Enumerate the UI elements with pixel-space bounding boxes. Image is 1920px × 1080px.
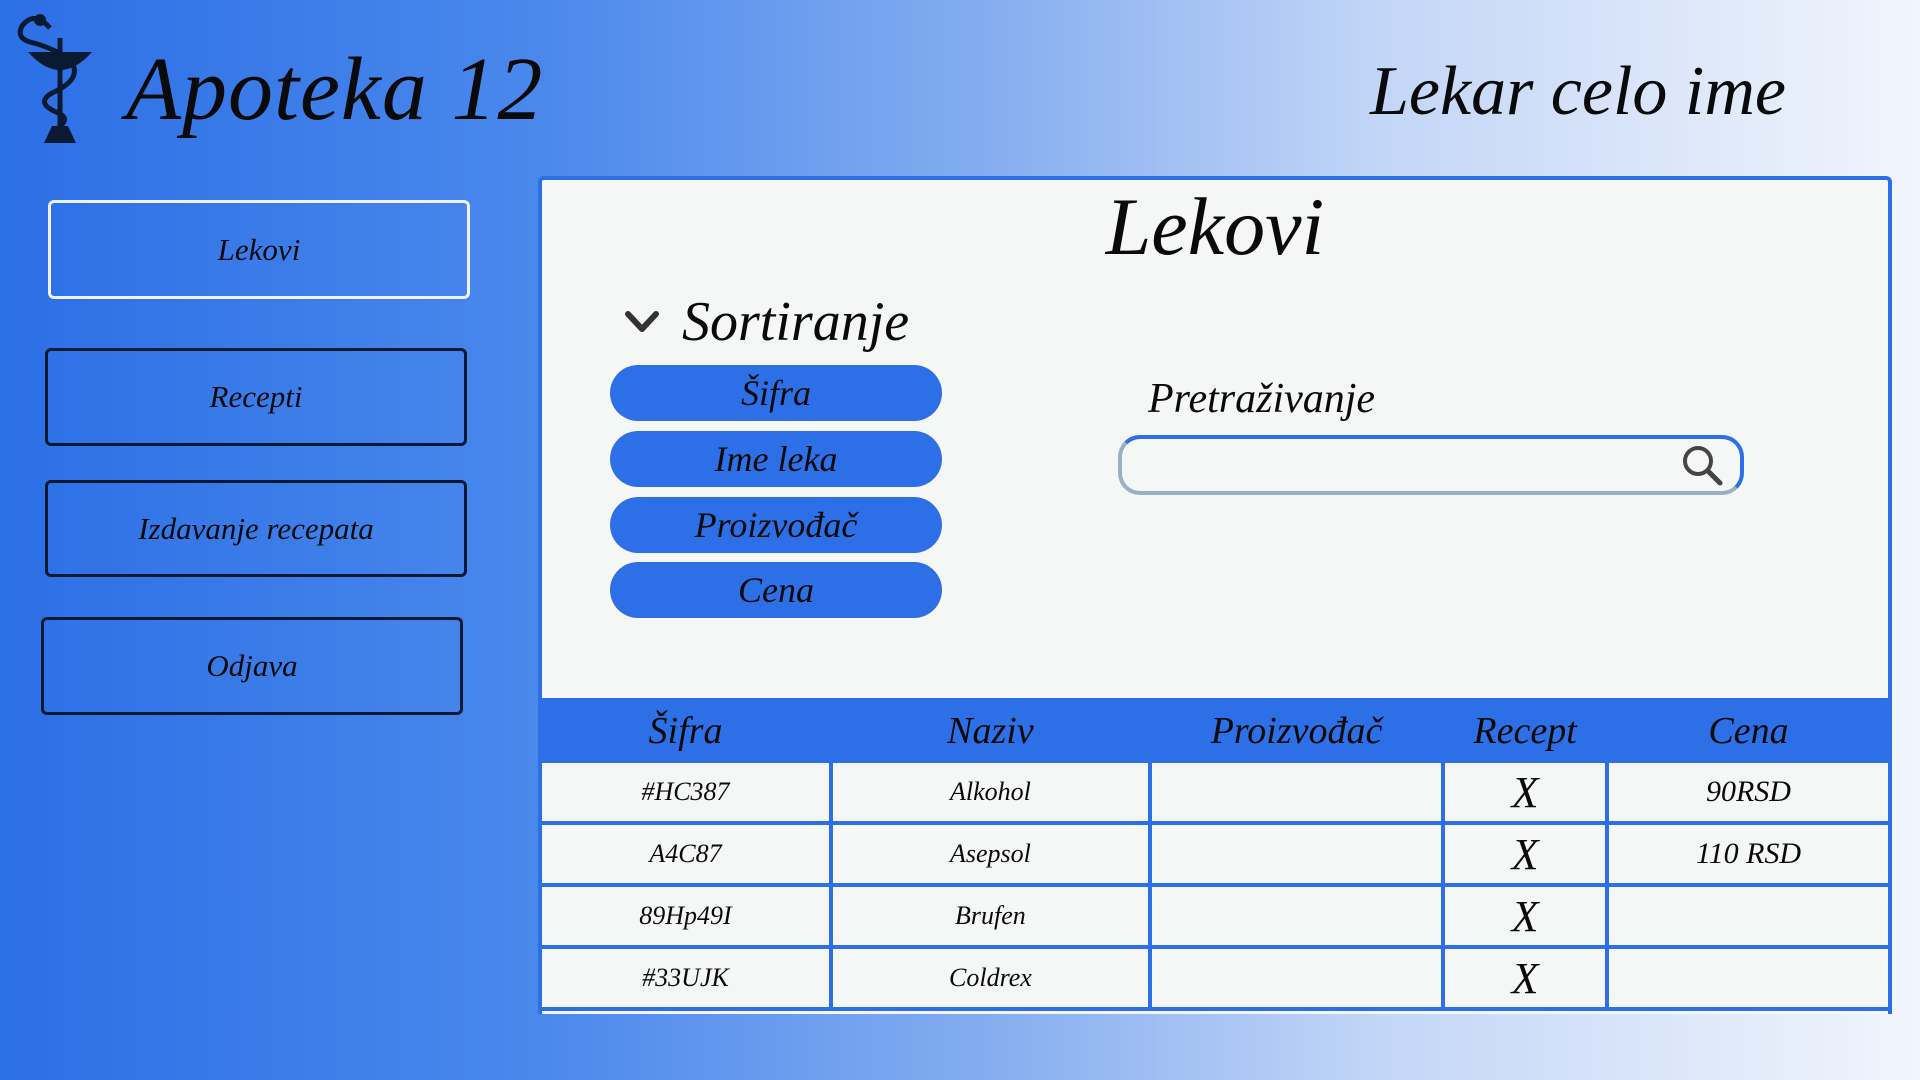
cell-sifra: 89Hp49I xyxy=(537,883,834,949)
chevron-down-icon xyxy=(625,311,659,332)
column-header-naziv[interactable]: Naziv xyxy=(831,698,1150,761)
table-header-row: Šifra Naziv Proizvođač Recept Cena xyxy=(540,698,1890,761)
cell-recept: X xyxy=(1441,759,1609,825)
cell-naziv: Asepsol xyxy=(829,821,1152,887)
cell-cena: 90RSD xyxy=(1604,759,1893,825)
cell-proizvodjac xyxy=(1147,821,1446,887)
user-name: Lekar celo ime xyxy=(1370,53,1786,130)
search-label: Pretraživanje xyxy=(1148,376,1376,422)
cell-proizvodjac xyxy=(1147,945,1446,1011)
cell-recept: X xyxy=(1441,821,1609,887)
cell-proizvodjac xyxy=(1147,759,1446,825)
search-icon[interactable] xyxy=(1680,443,1724,487)
bowl-of-hygieia-icon xyxy=(17,14,92,143)
cell-proizvodjac xyxy=(1147,883,1446,949)
nav-button-recepti[interactable]: Recepti xyxy=(45,348,467,446)
table-row[interactable]: A4C87 Asepsol X 110 RSD xyxy=(537,821,1893,887)
cell-naziv: Alkohol xyxy=(829,759,1152,825)
cell-cena: 110 RSD xyxy=(1604,821,1893,887)
cell-naziv: Coldrex xyxy=(829,945,1152,1011)
sort-button-ime-leka[interactable]: Ime leka xyxy=(610,431,942,487)
table-row[interactable]: #33UJK Coldrex X xyxy=(537,945,1893,1011)
medicines-table: Šifra Naziv Proizvođač Recept Cena #HC38… xyxy=(537,698,1893,1011)
nav-button-izdavanje-recepata[interactable]: Izdavanje recepata xyxy=(45,480,467,577)
column-header-recept[interactable]: Recept xyxy=(1443,698,1607,761)
cell-naziv: Brufen xyxy=(829,883,1152,949)
column-header-proizvodjac[interactable]: Proizvođač xyxy=(1149,698,1444,761)
cell-cena xyxy=(1604,883,1893,949)
sort-label: Sortiranje xyxy=(682,291,910,353)
app-title: Apoteka 12 xyxy=(126,40,544,139)
nav-button-lekovi[interactable]: Lekovi xyxy=(48,200,470,299)
nav-button-odjava[interactable]: Odjava xyxy=(41,617,463,715)
table-row[interactable]: #HC387 Alkohol X 90RSD xyxy=(537,759,1893,825)
cell-sifra: #HC387 xyxy=(537,759,834,825)
search-box xyxy=(1118,435,1744,495)
column-header-sifra[interactable]: Šifra xyxy=(540,698,832,761)
sort-toggle[interactable]: Sortiranje xyxy=(622,290,909,354)
cell-sifra: #33UJK xyxy=(537,945,834,1011)
cell-sifra: A4C87 xyxy=(537,821,834,887)
column-header-cena[interactable]: Cena xyxy=(1606,698,1890,761)
sort-button-proizvodjac[interactable]: Proizvođač xyxy=(610,497,942,553)
search-input[interactable] xyxy=(1138,450,1680,480)
page-title: Lekovi xyxy=(1105,181,1325,272)
table-row[interactable]: 89Hp49I Brufen X xyxy=(537,883,1893,949)
cell-recept: X xyxy=(1441,945,1609,1011)
sort-button-cena[interactable]: Cena xyxy=(610,562,942,618)
cell-cena xyxy=(1604,945,1893,1011)
cell-recept: X xyxy=(1441,883,1609,949)
sort-button-sifra[interactable]: Šifra xyxy=(610,365,942,421)
